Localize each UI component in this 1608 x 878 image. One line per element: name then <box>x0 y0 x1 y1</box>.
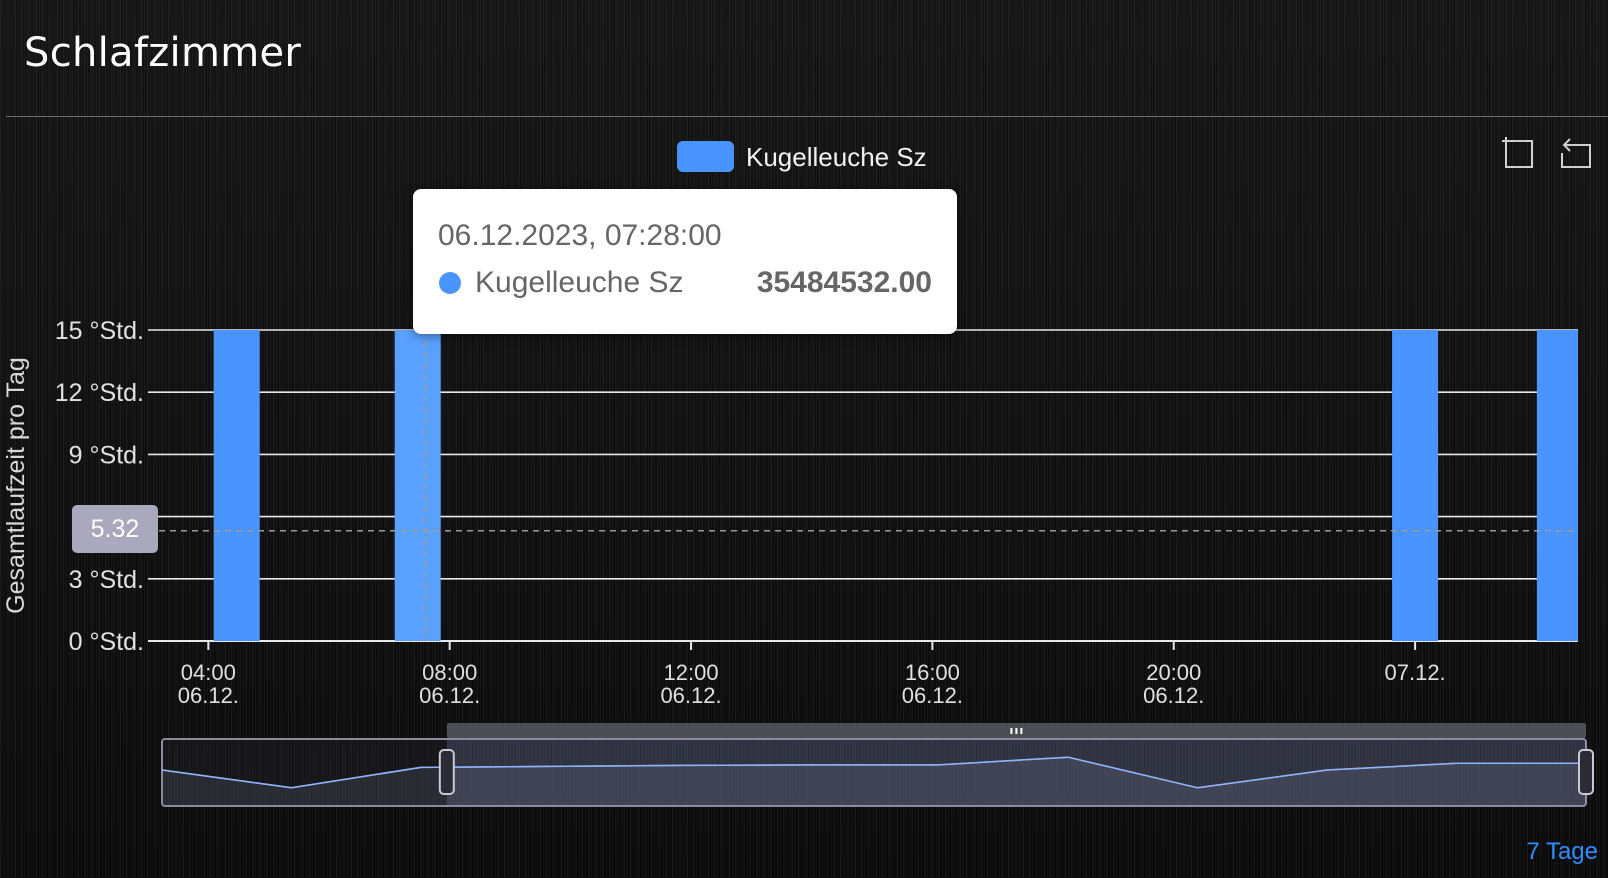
bar <box>1536 330 1578 641</box>
y-axis-title: Gesamtlaufzeit pro Tag <box>2 357 30 614</box>
data-zoom-glyph <box>1502 137 1533 168</box>
x-tick-date: 06.12. <box>1143 683 1204 708</box>
bar <box>394 330 441 641</box>
chart-canvas: 0 °Std. 3 °Std. 9 °Std. 12 °Std. 15 °Std. Ges… <box>2 141 1594 807</box>
x-tick-label: 04:00 <box>181 660 236 685</box>
x-tick-date: 06.12. <box>902 683 963 708</box>
tooltip-series-name: Kugelleuche Sz <box>475 266 684 299</box>
tooltip-date: 06.12.2023, 07:28:00 <box>438 219 722 252</box>
restore-icon[interactable] <box>1558 135 1592 169</box>
x-tick-label: 07.12. <box>1385 660 1446 685</box>
tooltip-series-marker <box>439 272 461 294</box>
zoom-move-grip <box>1010 728 1013 734</box>
tooltip-value: 35484532.00 <box>756 266 932 299</box>
legend-label: Kugelleuche Sz <box>746 142 927 172</box>
legend-swatch <box>677 141 734 172</box>
y-tick-label: 0 °Std. <box>69 628 144 656</box>
x-tick-date: 06.12. <box>419 683 480 708</box>
x-tick-label: 08:00 <box>422 660 477 685</box>
x-tick-date: 06.12. <box>178 683 239 708</box>
chart-tooltip: 06.12.2023, 07:28:00 Kugelleuche Sz 3548… <box>413 189 957 334</box>
range-link[interactable]: 7 Tage <box>1526 838 1598 866</box>
zoom-handle[interactable] <box>1578 749 1594 795</box>
data-zoom-icon[interactable] <box>1500 135 1534 169</box>
x-tick-label: 12:00 <box>664 660 719 685</box>
x-tick-date: 06.12. <box>660 683 721 708</box>
x-tick-label: 16:00 <box>905 660 960 685</box>
zoom-handle[interactable] <box>438 749 455 795</box>
y-tick-label: 12 °Std. <box>55 379 144 407</box>
y-tick-label: 3 °Std. <box>69 566 144 594</box>
y-axis-pointer-label: 5.32 <box>72 505 158 553</box>
y-tick-label: 15 °Std. <box>55 317 144 345</box>
zoom-selected-range <box>446 739 1586 806</box>
x-tick-label: 20:00 <box>1146 660 1201 685</box>
y-tick-label: 9 °Std. <box>69 441 144 469</box>
bar <box>213 330 260 641</box>
zoom-move-grip <box>1015 728 1018 734</box>
chart-card: Schlafzimmer 0 °Std. 3 °Std. 9 °Std. 12 °St… <box>0 0 1608 878</box>
bar <box>1392 330 1439 641</box>
zoom-move-grip <box>1020 728 1023 734</box>
restore-glyph <box>1561 138 1591 168</box>
